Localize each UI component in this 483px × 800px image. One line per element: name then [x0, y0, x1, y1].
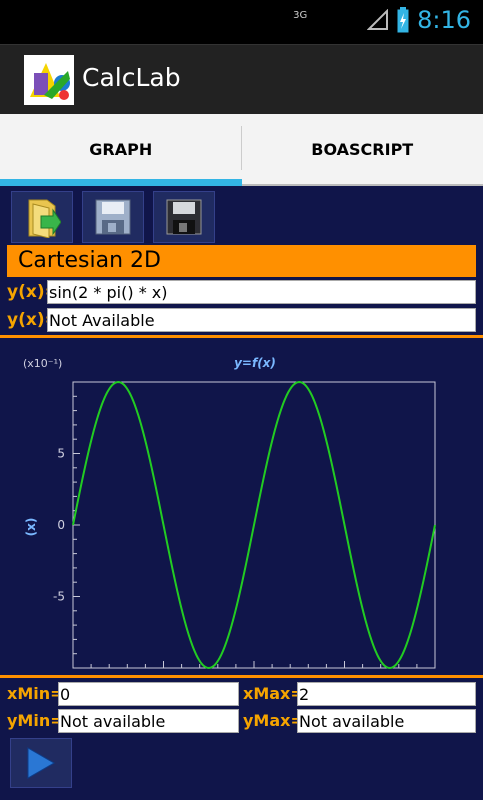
section-title: Cartesian 2D: [7, 245, 476, 277]
open-button[interactable]: [11, 191, 73, 243]
xmin-input[interactable]: 0: [58, 682, 239, 706]
graph-panel: Cartesian 2D y(x)= sin(2 * pi() * x) y(x…: [0, 186, 483, 800]
separator: [0, 335, 483, 338]
function-label-2: y(x)=: [7, 310, 59, 330]
y-tick-label: 5: [57, 447, 65, 461]
y-tick-label: 0: [57, 518, 65, 532]
run-button[interactable]: [10, 738, 72, 788]
save-as-icon: [166, 199, 202, 235]
save-icon: [95, 199, 131, 235]
status-bar: 3G 8:16: [0, 0, 483, 44]
app-title: CalcLab: [82, 63, 181, 92]
y-tick-label: -5: [53, 590, 65, 604]
network-type: 3G: [293, 10, 308, 21]
signal-icon: [367, 9, 389, 30]
tab-divider: [241, 126, 242, 170]
xmax-input[interactable]: 2: [297, 682, 476, 706]
ymax-label: yMax=: [243, 711, 304, 730]
function-input-2[interactable]: Not Available: [47, 308, 476, 332]
ymin-label: yMin=: [7, 711, 64, 730]
series-line: [72, 380, 436, 670]
function-label-1: y(x)=: [7, 282, 59, 302]
chart-title: y=f(x): [234, 356, 276, 370]
separator: [0, 675, 483, 678]
action-bar: CalcLab: [0, 44, 483, 115]
plot-axes: 5 0 -5: [53, 381, 436, 669]
save-as-button[interactable]: [153, 191, 215, 243]
status-icons: 3G 8:16: [293, 6, 471, 34]
graph-canvas[interactable]: (x10⁻¹) y=f(x) (x) 5 0 -5: [7, 342, 476, 675]
function-plot: (x10⁻¹) y=f(x) (x) 5 0 -5: [23, 356, 436, 670]
battery-charging-icon: [397, 7, 409, 33]
function-row-1: y(x)= sin(2 * pi() * x): [7, 280, 476, 304]
xmax-label: xMax=: [243, 684, 304, 703]
open-folder-icon: [28, 199, 61, 238]
xmin-label: xMin=: [7, 684, 64, 703]
x-range-row: xMin= 0 xMax= 2: [7, 682, 476, 706]
tab-graph[interactable]: GRAPH: [0, 114, 242, 186]
play-icon: [27, 747, 56, 779]
ymax-input[interactable]: Not available: [297, 709, 476, 733]
tab-boascript[interactable]: BOASCRIPT: [241, 114, 483, 186]
ymin-input[interactable]: Not available: [58, 709, 239, 733]
y-exponent-label: (x10⁻¹): [23, 357, 62, 370]
app-logo-icon: [24, 55, 74, 105]
clock: 8:16: [417, 6, 471, 34]
function-input-1[interactable]: sin(2 * pi() * x): [47, 280, 476, 304]
y-range-row: yMin= Not available yMax= Not available: [7, 709, 476, 733]
y-axis-label: (x): [24, 518, 38, 537]
function-row-2: y(x)= Not Available: [7, 308, 476, 332]
save-button[interactable]: [82, 191, 144, 243]
